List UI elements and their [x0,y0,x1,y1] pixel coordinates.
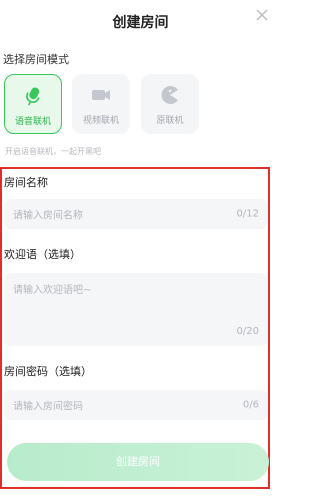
password-label: 房间密码（选填） [4,365,92,378]
mode-hint: 开启语音联机，一起开黑吧 [5,147,101,156]
welcome-counter: 0/20 [236,326,259,337]
mode-voice-button[interactable]: 语音联机 [4,74,62,134]
create-room-button[interactable]: 创建房间 [7,443,269,481]
room-name-label: 房间名称 [4,176,48,189]
mode-label: 语音联机 [14,117,51,127]
password-placeholder: 请输入房间密码 [13,401,83,413]
pacman-icon [159,84,181,106]
welcome-textarea[interactable]: 请输入欢迎语吧~ 0/20 [5,273,267,346]
mode-label: 原联机 [156,116,184,126]
welcome-placeholder: 请输入欢迎语吧~ [13,285,92,296]
room-name-placeholder: 请输入房间名称 [13,210,83,222]
close-icon[interactable] [253,6,271,24]
welcome-label: 欢迎语（选填） [4,248,81,261]
mode-video-button[interactable]: 视频联机 [72,74,130,134]
room-name-input[interactable]: 请输入房间名称 0/12 [5,199,267,229]
password-counter: 0/6 [242,399,259,411]
microphone-icon [22,85,44,107]
page-title: 创建房间 [112,15,169,31]
video-camera-icon [90,84,112,106]
password-input[interactable]: 请输入房间密码 0/6 [5,390,267,420]
mode-section-label: 选择房间模式 [3,53,69,66]
room-name-counter: 0/12 [236,208,259,220]
mode-original-button[interactable]: 原联机 [141,74,199,134]
mode-label: 视频联机 [82,116,119,126]
